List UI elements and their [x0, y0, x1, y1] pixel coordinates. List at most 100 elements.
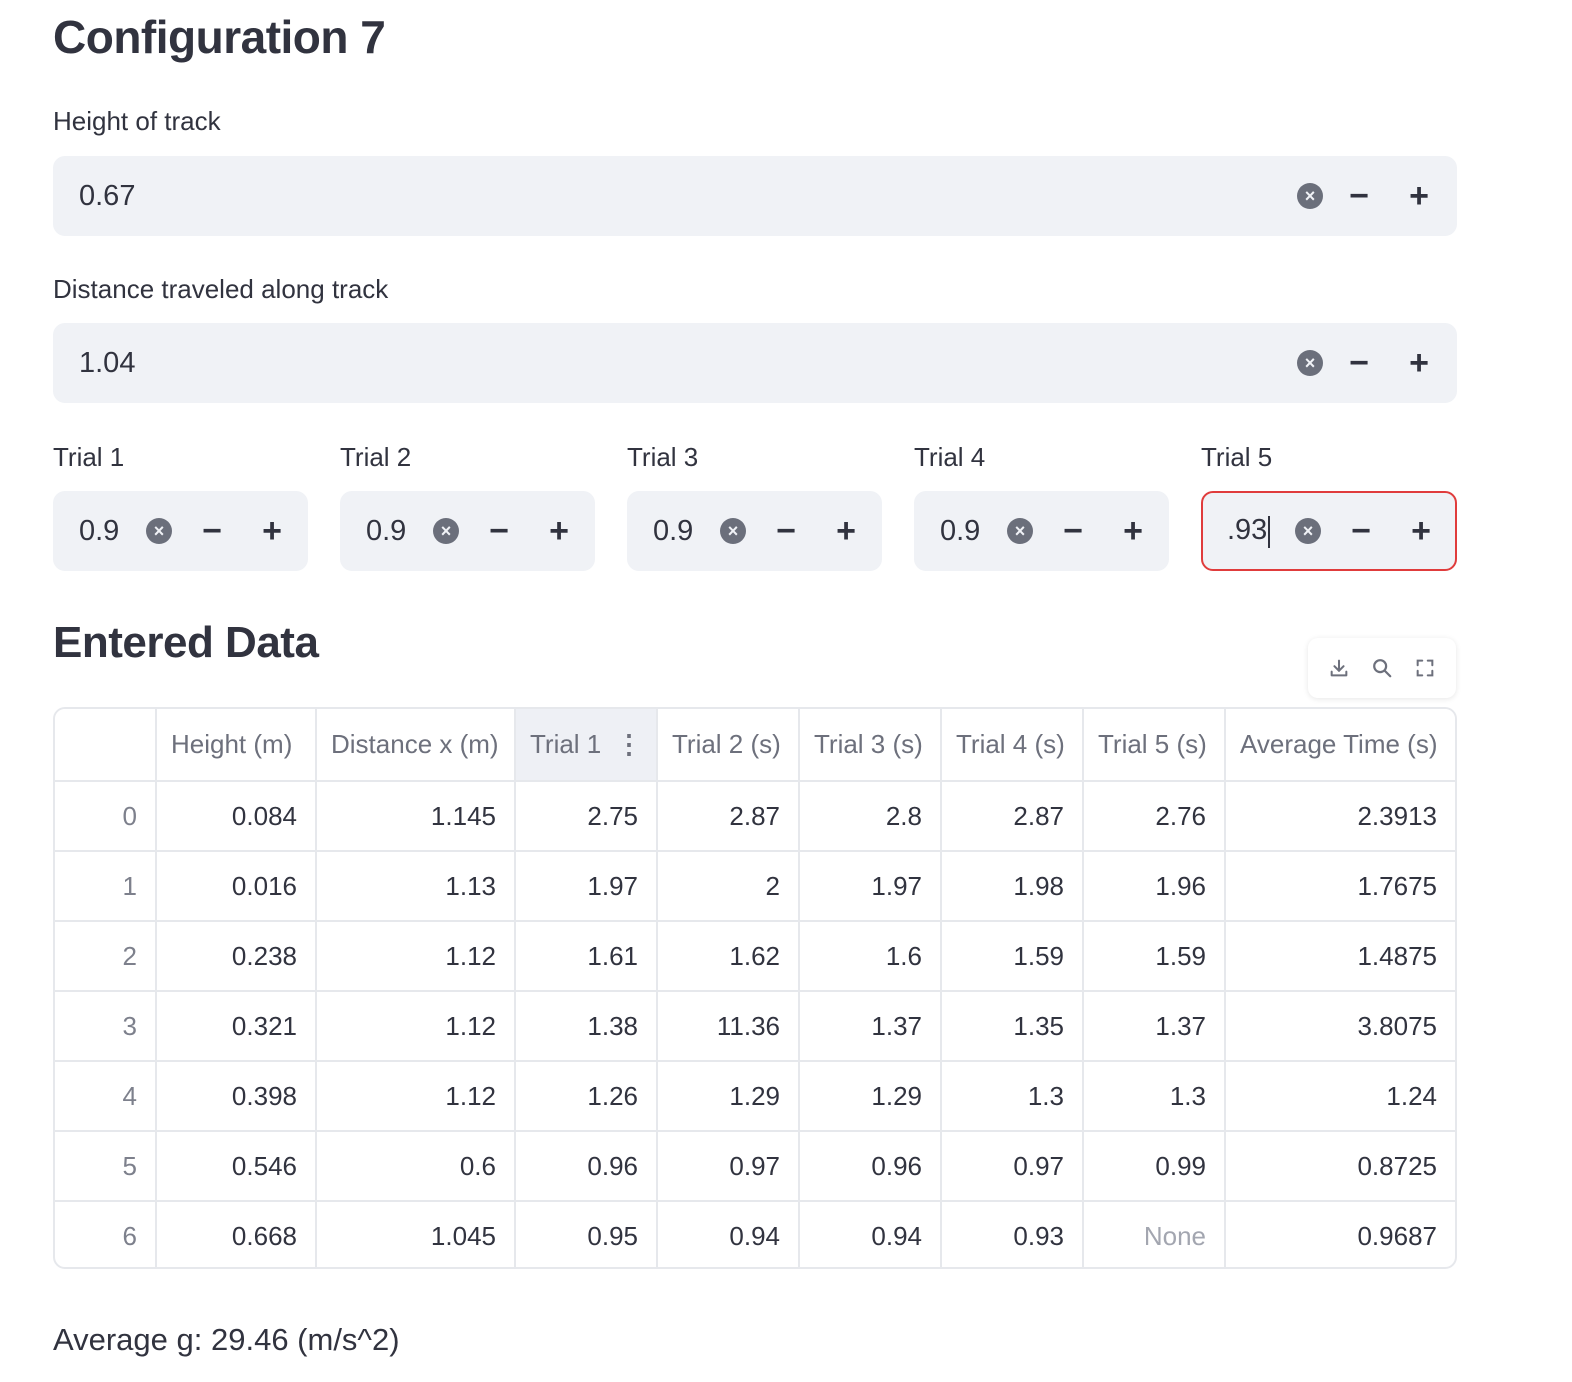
table-cell[interactable]: 0.6: [316, 1131, 516, 1202]
trial-4-value[interactable]: 0.9: [916, 515, 1007, 548]
table-cell[interactable]: 1.97: [515, 851, 658, 922]
table-cell[interactable]: 0.321: [156, 991, 317, 1062]
table-cell[interactable]: 1.97: [799, 851, 942, 922]
table-cell[interactable]: 0.016: [156, 851, 317, 922]
table-cell[interactable]: 0.238: [156, 921, 317, 992]
trial-2-input[interactable]: 0.9 × − +: [340, 491, 595, 571]
table-cell[interactable]: 1.045: [316, 1201, 516, 1267]
table-cell[interactable]: 2.3913: [1225, 781, 1455, 852]
clear-icon[interactable]: ×: [1297, 350, 1323, 376]
table-cell[interactable]: 0.8725: [1225, 1131, 1455, 1202]
fullscreen-icon[interactable]: [1410, 653, 1440, 683]
increment-button[interactable]: +: [242, 514, 302, 548]
decrement-button[interactable]: −: [1331, 514, 1391, 548]
row-index[interactable]: 4: [55, 1061, 157, 1132]
trial-4-input[interactable]: 0.9 × − +: [914, 491, 1169, 571]
column-menu-icon[interactable]: ⋮: [616, 729, 642, 760]
table-cell[interactable]: 2.8: [799, 781, 942, 852]
table-cell[interactable]: 1.12: [316, 991, 516, 1062]
table-cell[interactable]: 2.75: [515, 781, 658, 852]
trial-1-value[interactable]: 0.9: [55, 515, 146, 548]
table-cell[interactable]: 2: [657, 851, 800, 922]
table-cell[interactable]: 1.26: [515, 1061, 658, 1132]
table-cell[interactable]: 1.35: [941, 991, 1084, 1062]
table-cell[interactable]: 1.3: [941, 1061, 1084, 1132]
column-header[interactable]: Trial 5 (s): [1083, 709, 1226, 782]
download-icon[interactable]: [1324, 653, 1354, 683]
table-cell[interactable]: 1.59: [941, 921, 1084, 992]
decrement-button[interactable]: −: [182, 514, 242, 548]
table-cell[interactable]: 1.7675: [1225, 851, 1455, 922]
table-cell[interactable]: 0.97: [941, 1131, 1084, 1202]
table-cell[interactable]: 1.61: [515, 921, 658, 992]
table-cell[interactable]: 11.36: [657, 991, 800, 1062]
table-cell[interactable]: 0.95: [515, 1201, 658, 1267]
table-cell[interactable]: 0.9687: [1225, 1201, 1455, 1267]
table-cell[interactable]: 0.546: [156, 1131, 317, 1202]
table-cell[interactable]: 1.98: [941, 851, 1084, 922]
table-cell[interactable]: 0.398: [156, 1061, 317, 1132]
trial-3-value[interactable]: 0.9: [629, 515, 720, 548]
index-header[interactable]: [55, 709, 157, 782]
table-cell[interactable]: 0.668: [156, 1201, 317, 1267]
table-cell[interactable]: 1.96: [1083, 851, 1226, 922]
increment-button[interactable]: +: [1103, 514, 1163, 548]
height-number-input[interactable]: 0.67 × − +: [53, 156, 1457, 236]
table-cell[interactable]: 1.37: [1083, 991, 1226, 1062]
row-index[interactable]: 2: [55, 921, 157, 992]
trial-3-input[interactable]: 0.9 × − +: [627, 491, 882, 571]
table-cell[interactable]: 0.94: [657, 1201, 800, 1267]
table-cell[interactable]: 0.084: [156, 781, 317, 852]
clear-icon[interactable]: ×: [1297, 183, 1323, 209]
clear-icon[interactable]: ×: [720, 518, 746, 544]
search-icon[interactable]: [1367, 653, 1397, 683]
trial-2-value[interactable]: 0.9: [342, 515, 433, 548]
decrement-button[interactable]: −: [756, 514, 816, 548]
decrement-button[interactable]: −: [1329, 346, 1389, 380]
table-cell[interactable]: 1.24: [1225, 1061, 1455, 1132]
increment-button[interactable]: +: [529, 514, 589, 548]
table-cell[interactable]: 0.94: [799, 1201, 942, 1267]
table-cell[interactable]: 0.96: [799, 1131, 942, 1202]
table-cell[interactable]: 1.6: [799, 921, 942, 992]
row-index[interactable]: 6: [55, 1201, 157, 1267]
table-cell[interactable]: 1.12: [316, 1061, 516, 1132]
trial-1-input[interactable]: 0.9 × − +: [53, 491, 308, 571]
table-cell[interactable]: 1.145: [316, 781, 516, 852]
increment-button[interactable]: +: [1389, 179, 1449, 213]
table-cell[interactable]: 0.99: [1083, 1131, 1226, 1202]
increment-button[interactable]: +: [816, 514, 876, 548]
column-header[interactable]: Trial 4 (s): [941, 709, 1084, 782]
column-header[interactable]: Height (m): [156, 709, 317, 782]
data-table[interactable]: Height (m) Distance x (m) Trial 1 ⋮ Trial…: [53, 707, 1457, 1269]
table-cell[interactable]: 2.87: [941, 781, 1084, 852]
table-cell[interactable]: 2.87: [657, 781, 800, 852]
column-header[interactable]: Average Time (s): [1225, 709, 1455, 782]
row-index[interactable]: 5: [55, 1131, 157, 1202]
clear-icon[interactable]: ×: [1007, 518, 1033, 544]
table-cell-null[interactable]: None: [1083, 1201, 1226, 1267]
table-cell[interactable]: 0.97: [657, 1131, 800, 1202]
table-cell[interactable]: 1.29: [657, 1061, 800, 1132]
row-index[interactable]: 1: [55, 851, 157, 922]
table-cell[interactable]: 1.62: [657, 921, 800, 992]
row-index[interactable]: 0: [55, 781, 157, 852]
column-header[interactable]: Trial 2 (s): [657, 709, 800, 782]
trial-5-input[interactable]: .93 × − +: [1201, 491, 1457, 571]
column-header-active[interactable]: Trial 1 ⋮: [515, 709, 658, 782]
height-value[interactable]: 0.67: [55, 180, 1297, 213]
table-cell[interactable]: 0.96: [515, 1131, 658, 1202]
table-cell[interactable]: 1.4875: [1225, 921, 1455, 992]
table-cell[interactable]: 1.12: [316, 921, 516, 992]
trial-5-value[interactable]: .93: [1203, 514, 1295, 548]
column-header[interactable]: Trial 3 (s): [799, 709, 942, 782]
clear-icon[interactable]: ×: [1295, 518, 1321, 544]
table-cell[interactable]: 1.13: [316, 851, 516, 922]
table-cell[interactable]: 1.3: [1083, 1061, 1226, 1132]
table-cell[interactable]: 1.29: [799, 1061, 942, 1132]
table-cell[interactable]: 1.38: [515, 991, 658, 1062]
table-cell[interactable]: 1.37: [799, 991, 942, 1062]
decrement-button[interactable]: −: [1043, 514, 1103, 548]
table-cell[interactable]: 2.76: [1083, 781, 1226, 852]
distance-number-input[interactable]: 1.04 × − +: [53, 323, 1457, 403]
